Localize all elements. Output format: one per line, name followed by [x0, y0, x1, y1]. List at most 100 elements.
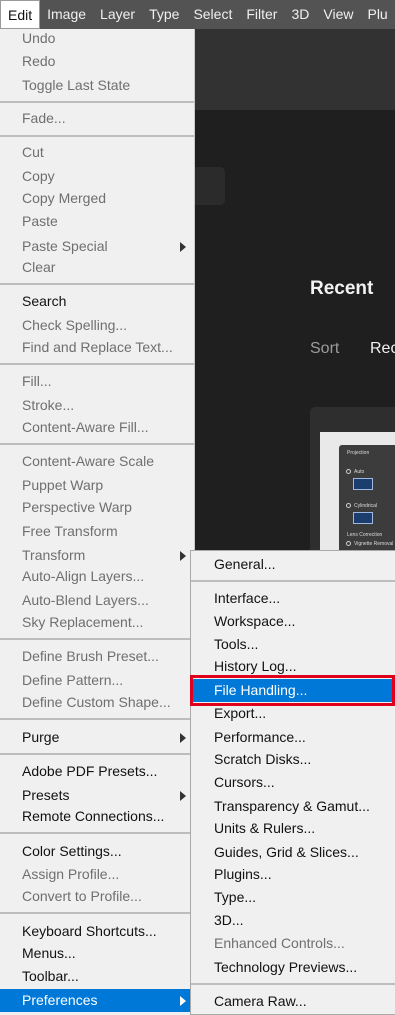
pref-item-file-handling[interactable]: File Handling...	[191, 679, 395, 702]
menu-item-copy-merged[interactable]: Copy Merged	[0, 187, 194, 210]
thumb-radio-icon	[346, 469, 351, 474]
thumb-auto-icon	[353, 478, 373, 490]
menu-item-fade[interactable]: Fade...	[0, 107, 194, 130]
pref-item-transparency[interactable]: Transparency & Gamut...	[191, 795, 395, 818]
menu-item-free-transform[interactable]: Free Transform	[0, 520, 194, 543]
thumbnail-panel: Projection Auto Cylindrical Lens Correct…	[339, 445, 395, 552]
menu-item-transform[interactable]: Transform	[0, 544, 194, 567]
menu-item-label: Preferences	[22, 992, 98, 1008]
pref-item-interface[interactable]: Interface...	[191, 587, 395, 610]
menu-item-copy[interactable]: Copy	[0, 165, 194, 188]
menu-item-define-brush[interactable]: Define Brush Preset...	[0, 645, 194, 668]
sort-label: Sort	[310, 340, 340, 357]
menu-item-stroke[interactable]: Stroke...	[0, 394, 194, 417]
pref-item-units-rulers[interactable]: Units & Rulers...	[191, 817, 395, 840]
thumb-cylindrical-label: Cylindrical	[354, 503, 378, 509]
menu-item-purge[interactable]: Purge	[0, 726, 194, 749]
menu-item-check-spelling[interactable]: Check Spelling...	[0, 314, 194, 337]
menu-item-define-pattern[interactable]: Define Pattern...	[0, 669, 194, 692]
menu-separator	[191, 580, 395, 582]
pref-item-workspace[interactable]: Workspace...	[191, 610, 395, 633]
thumb-cylindrical-icon	[353, 512, 373, 524]
menu-separator	[0, 135, 194, 137]
menu-item-paste-special[interactable]: Paste Special	[0, 235, 194, 258]
pref-item-tools[interactable]: Tools...	[191, 633, 395, 656]
menu-view[interactable]: View	[316, 0, 360, 29]
menu-separator	[0, 283, 194, 285]
menu-item-paste[interactable]: Paste	[0, 210, 194, 233]
menu-filter[interactable]: Filter	[239, 0, 284, 29]
pref-item-general[interactable]: General...	[191, 553, 395, 576]
menu-item-menus[interactable]: Menus...	[0, 942, 194, 965]
menu-separator	[0, 101, 194, 103]
menu-item-content-aware-scale[interactable]: Content-Aware Scale	[0, 450, 194, 473]
submenu-arrow-icon	[180, 996, 186, 1006]
pref-item-performance[interactable]: Performance...	[191, 726, 395, 749]
menu-separator	[0, 443, 194, 445]
menu-item-label: Paste Special	[22, 238, 108, 254]
menu-separator	[0, 363, 194, 365]
menu-item-toolbar[interactable]: Toolbar...	[0, 965, 194, 988]
menu-item-fill[interactable]: Fill...	[0, 370, 194, 393]
menu-separator	[0, 638, 194, 640]
menu-separator	[191, 983, 395, 985]
menu-separator	[0, 753, 194, 755]
menu-item-assign-profile[interactable]: Assign Profile...	[0, 863, 194, 886]
pref-item-history-log[interactable]: History Log...	[191, 655, 395, 678]
menu-item-sky-replacement[interactable]: Sky Replacement...	[0, 611, 194, 634]
edit-menu: Undo Redo Toggle Last State Fade... Cut …	[0, 29, 195, 1015]
menu-item-auto-blend[interactable]: Auto-Blend Layers...	[0, 589, 194, 612]
menu-item-clear[interactable]: Clear	[0, 256, 194, 279]
menu-item-puppet-warp[interactable]: Puppet Warp	[0, 474, 194, 497]
pref-item-scratch-disks[interactable]: Scratch Disks...	[191, 748, 395, 771]
menu-separator	[0, 718, 194, 720]
menu-edit[interactable]: Edit	[0, 0, 41, 29]
menu-item-convert-profile[interactable]: Convert to Profile...	[0, 885, 194, 908]
menu-item-cut[interactable]: Cut	[0, 141, 194, 164]
pref-item-export[interactable]: Export...	[191, 702, 395, 725]
menu-item-find-replace[interactable]: Find and Replace Text...	[0, 336, 194, 359]
thumb-checkbox-icon	[346, 541, 351, 546]
menu-plugins[interactable]: Plu	[360, 0, 394, 29]
menu-3d[interactable]: 3D	[284, 0, 316, 29]
menu-item-perspective-warp[interactable]: Perspective Warp	[0, 496, 194, 519]
pref-item-3d[interactable]: 3D...	[191, 909, 395, 932]
submenu-arrow-icon	[180, 242, 186, 252]
pref-item-type[interactable]: Type...	[191, 886, 395, 909]
menu-item-keyboard-shortcuts[interactable]: Keyboard Shortcuts...	[0, 920, 194, 943]
thumb-auto-label: Auto	[354, 469, 365, 475]
pref-item-camera-raw[interactable]: Camera Raw...	[191, 990, 395, 1013]
menu-item-define-shape[interactable]: Define Custom Shape...	[0, 691, 194, 714]
preferences-submenu: General... Interface... Workspace... Too…	[190, 550, 395, 1015]
menu-separator	[0, 832, 194, 834]
menu-item-search[interactable]: Search	[0, 290, 194, 313]
submenu-arrow-icon	[180, 733, 186, 743]
menu-layer[interactable]: Layer	[93, 0, 142, 29]
menu-item-undo[interactable]: Undo	[0, 27, 194, 50]
thumb-vignette-label: Vignette Removal	[354, 541, 394, 547]
home-search-box[interactable]	[195, 167, 225, 205]
pref-item-plugins[interactable]: Plugins...	[191, 863, 395, 886]
sort-dropdown[interactable]: Rec	[370, 340, 395, 358]
menu-item-preferences[interactable]: Preferences	[0, 989, 194, 1012]
menu-bar: Edit Image Layer Type Select Filter 3D V…	[0, 0, 395, 29]
menu-item-remote-connections[interactable]: Remote Connections...	[0, 805, 194, 828]
menu-item-presets[interactable]: Presets	[0, 784, 194, 807]
menu-item-content-aware-fill[interactable]: Content-Aware Fill...	[0, 416, 194, 439]
pref-item-guides-grid[interactable]: Guides, Grid & Slices...	[191, 841, 395, 864]
menu-item-redo[interactable]: Redo	[0, 50, 194, 73]
menu-image[interactable]: Image	[40, 0, 93, 29]
menu-item-color-settings[interactable]: Color Settings...	[0, 840, 194, 863]
thumb-radio-icon	[346, 503, 351, 508]
pref-item-enhanced-controls[interactable]: Enhanced Controls...	[191, 932, 395, 955]
thumb-projection-label: Projection	[347, 450, 370, 456]
menu-select[interactable]: Select	[186, 0, 239, 29]
menu-type[interactable]: Type	[142, 0, 186, 29]
menu-item-label: Presets	[22, 787, 70, 803]
menu-item-pdf-presets[interactable]: Adobe PDF Presets...	[0, 760, 194, 783]
pref-item-technology-previews[interactable]: Technology Previews...	[191, 956, 395, 979]
menu-item-toggle-last-state[interactable]: Toggle Last State	[0, 74, 194, 97]
options-bar-area	[195, 29, 395, 110]
pref-item-cursors[interactable]: Cursors...	[191, 771, 395, 794]
menu-item-auto-align[interactable]: Auto-Align Layers...	[0, 565, 194, 588]
